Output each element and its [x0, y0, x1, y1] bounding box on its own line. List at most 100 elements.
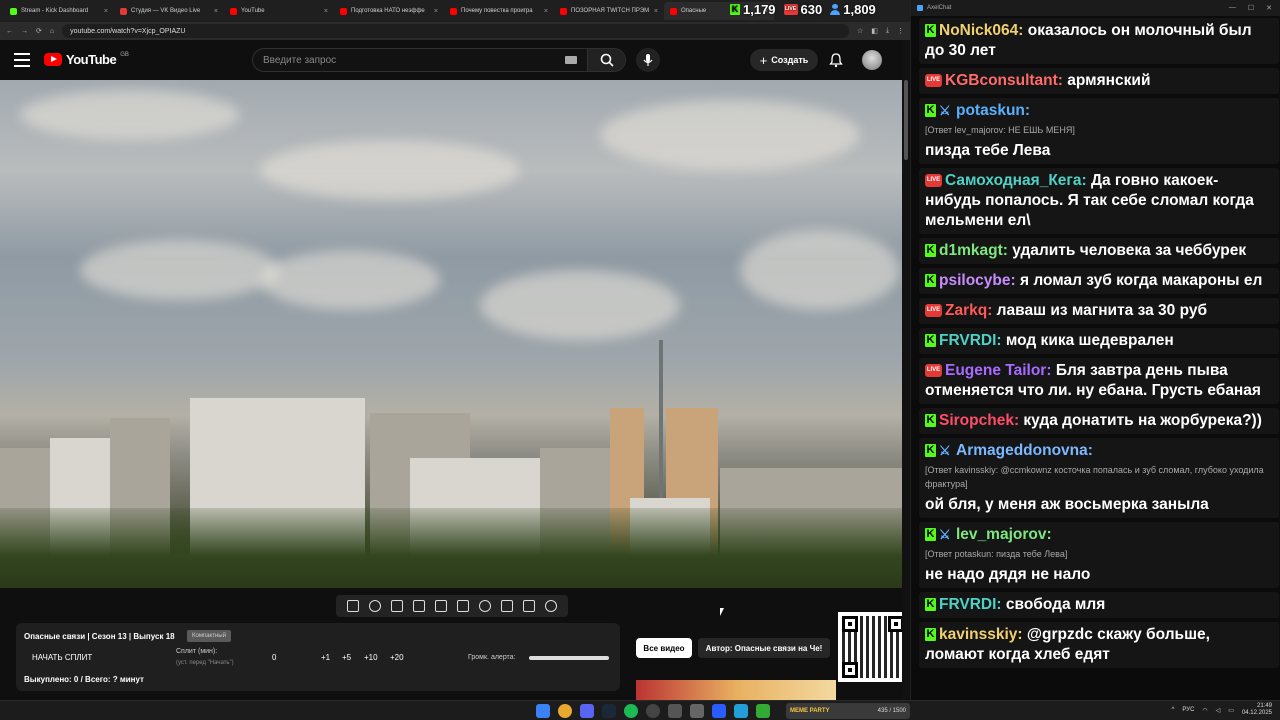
kick-platform-icon: K	[925, 414, 936, 428]
keyboard-icon[interactable]	[565, 56, 577, 64]
reload-icon[interactable]: ⟳	[36, 27, 42, 35]
video-thumbnail-strip[interactable]	[636, 680, 836, 700]
camera-icon[interactable]	[523, 600, 535, 612]
chat-message: K Siropchek: куда донатить на жорбурека?)…	[919, 408, 1279, 434]
chat-username[interactable]: KGBconsultant:	[945, 72, 1063, 89]
chat-username[interactable]: kavinsskiy:	[939, 626, 1023, 643]
vk-viewers-count: 630	[800, 1, 823, 17]
clock[interactable]: 21:49 04.12.2025	[1242, 703, 1272, 717]
battery-icon[interactable]: ▭	[1228, 707, 1234, 714]
add-10-button[interactable]: +10	[364, 653, 378, 662]
compact-badge[interactable]: Компактный	[187, 630, 231, 642]
extensions-icon[interactable]: ◧	[871, 27, 878, 35]
alert-volume-slider[interactable]	[529, 656, 609, 660]
tab-close-icon[interactable]: ×	[214, 8, 218, 15]
browser-tab[interactable]: ПОЗОРНАЯ TWITCH ПРЭМ ×	[554, 2, 664, 20]
start-split-button[interactable]: НАЧАТЬ СПЛИТ	[32, 653, 92, 662]
start-icon[interactable]	[536, 704, 550, 718]
media-player-icon[interactable]	[712, 704, 726, 718]
tab-label: Студия — VK Видео Live	[131, 8, 201, 14]
browser-menu-icon[interactable]: ⋮	[897, 27, 904, 35]
broadcast-icon[interactable]	[369, 600, 381, 612]
forward-icon[interactable]: →	[21, 28, 28, 35]
film-icon[interactable]	[413, 600, 425, 612]
chat-messages[interactable]: K NoNick064: оказалось он молочный был до…	[911, 16, 1280, 700]
hamburger-menu-icon[interactable]	[14, 53, 30, 67]
spotify-icon[interactable]	[624, 704, 638, 718]
chat-username[interactable]: Eugene Tailor:	[945, 362, 1052, 379]
language-indicator[interactable]: РУС	[1182, 707, 1194, 713]
create-button[interactable]: + Создать	[750, 49, 818, 71]
speed-gauge-icon[interactable]	[479, 600, 491, 612]
chat-username[interactable]: Armageddonovna:	[956, 442, 1093, 459]
chat-username[interactable]: Самоходная_Кега:	[945, 172, 1087, 189]
tab-close-icon[interactable]: ×	[544, 8, 548, 15]
split-minutes-value: 0	[272, 653, 277, 662]
chrome-icon[interactable]	[558, 704, 572, 718]
plus-icon: +	[759, 52, 768, 68]
chat-username[interactable]: lev_majorov:	[956, 526, 1052, 543]
telegram-icon[interactable]	[734, 704, 748, 718]
notifications-bell-icon[interactable]	[828, 52, 844, 68]
browser-tab[interactable]: YouTube ×	[224, 2, 334, 20]
maximize-icon[interactable]: ☐	[1248, 4, 1254, 12]
chat-message: LIVE Zarkq: лаваш из магнита за 30 руб	[919, 298, 1279, 324]
youtube-logo[interactable]: YouTube GB	[44, 52, 129, 67]
back-icon[interactable]: ←	[6, 28, 13, 35]
chat-message: Kd1mkagt: удалить человека за чеббурек	[919, 238, 1279, 264]
tray-chevron-icon[interactable]: ^	[1172, 707, 1175, 713]
app-icon[interactable]	[756, 704, 770, 718]
add-frame-icon[interactable]	[501, 600, 513, 612]
youtube-header: YouTube GB + Создать	[0, 40, 910, 80]
bookmark-star-icon[interactable]: ☆	[857, 27, 863, 35]
tab-close-icon[interactable]: ×	[324, 8, 328, 15]
scrollbar-thumb[interactable]	[904, 80, 908, 160]
chat-username[interactable]: FRVRDI:	[939, 332, 1002, 349]
browser-tab[interactable]: Stream - Kick Dashboard ×	[4, 2, 114, 20]
all-videos-button[interactable]: Все видео	[636, 638, 692, 658]
vk-viewers: LIVE 630	[783, 1, 823, 17]
volume-icon[interactable]: ◁	[1216, 707, 1221, 714]
network-icon[interactable]: ◠	[1202, 707, 1207, 714]
search-button[interactable]	[587, 49, 625, 71]
video-player[interactable]	[0, 80, 902, 588]
chat-username[interactable]: FRVRDI:	[939, 596, 1002, 613]
home-icon[interactable]: ⌂	[50, 28, 54, 35]
clip-icon[interactable]	[457, 600, 469, 612]
add-20-button[interactable]: +20	[390, 653, 404, 662]
app-icon[interactable]	[690, 704, 704, 718]
tab-close-icon[interactable]: ×	[104, 8, 108, 15]
obs-icon[interactable]	[646, 704, 660, 718]
chat-username[interactable]: psilocybe:	[939, 272, 1016, 289]
add-5-button[interactable]: +5	[342, 653, 351, 662]
browser-tab[interactable]: Почему повестка проигра ×	[444, 2, 554, 20]
chat-username[interactable]: d1mkagt:	[939, 242, 1008, 259]
app-icon[interactable]	[668, 704, 682, 718]
url-field[interactable]: youtube.com/watch?v=Xjcp_OPIAZU	[62, 24, 849, 38]
minimize-icon[interactable]: —	[1229, 4, 1236, 12]
tree-line	[0, 508, 902, 588]
discord-icon[interactable]	[580, 704, 594, 718]
browser-tab[interactable]: Подготовка НАТО неэффе ×	[334, 2, 444, 20]
chat-username[interactable]: Siropchek:	[939, 412, 1019, 429]
chat-username[interactable]: Zarkq:	[945, 302, 992, 319]
download-icon[interactable]: ⤓	[886, 27, 889, 35]
page-scrollbar[interactable]	[902, 40, 910, 700]
voice-search-button[interactable]	[636, 48, 660, 72]
chat-username[interactable]: NoNick064:	[939, 22, 1023, 39]
account-avatar[interactable]	[862, 50, 882, 70]
loop-icon[interactable]	[347, 600, 359, 612]
search-input[interactable]	[253, 54, 565, 66]
close-icon[interactable]: ✕	[1266, 4, 1272, 12]
media-widget[interactable]: MEME PARTY 435 / 1500	[786, 703, 910, 719]
author-button[interactable]: Автор: Опасные связи на Че!	[698, 638, 830, 658]
tab-close-icon[interactable]: ×	[654, 8, 658, 15]
chat-username[interactable]: potaskun:	[956, 102, 1030, 119]
resize-icon[interactable]	[435, 600, 447, 612]
add-1-button[interactable]: +1	[321, 653, 330, 662]
steam-icon[interactable]	[602, 704, 616, 718]
settings-gear-icon[interactable]	[545, 600, 557, 612]
browser-tab[interactable]: Студия — VK Видео Live ×	[114, 2, 224, 20]
tab-close-icon[interactable]: ×	[434, 8, 438, 15]
screen-view-icon[interactable]	[391, 600, 403, 612]
